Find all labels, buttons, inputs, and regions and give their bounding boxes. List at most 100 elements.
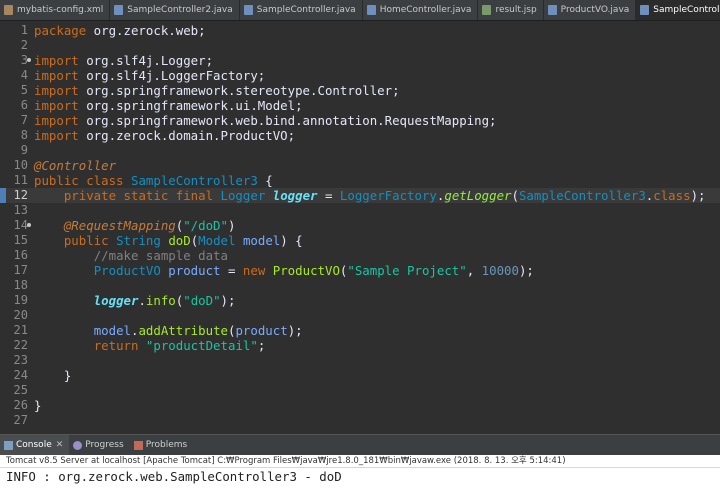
- xml-file-icon: [4, 5, 13, 15]
- editor-tab[interactable]: SampleController2.java: [110, 0, 240, 20]
- panel-tab-problems[interactable]: Problems: [130, 435, 193, 455]
- code-token: doD: [168, 233, 191, 248]
- fold-marker-icon[interactable]: [27, 223, 31, 227]
- panel-tab-label: Problems: [145, 440, 188, 450]
- code-token: "doD": [183, 293, 221, 308]
- code-line: 9: [0, 143, 720, 158]
- code-text: public class SampleController3 {: [34, 173, 273, 188]
- line-number: 19: [13, 293, 28, 307]
- code-line: 13: [0, 203, 720, 218]
- code-token: return: [93, 338, 139, 353]
- panel-tab-label: Console: [16, 440, 52, 450]
- editor-tab-label: mybatis-config.xml: [17, 5, 104, 15]
- editor-tab[interactable]: mybatis-config.xml: [0, 0, 111, 20]
- line-number: 2: [20, 38, 28, 52]
- code-token: import: [34, 128, 79, 143]
- code-line: 16 //make sample data: [0, 248, 720, 263]
- code-token: );: [287, 323, 303, 338]
- code-text: private static final Logger logger = Log…: [34, 188, 706, 203]
- code-line: 17 ProductVO product = new ProductVO("Sa…: [0, 263, 720, 278]
- code-token: =: [220, 263, 243, 278]
- java-file-icon: [243, 5, 253, 15]
- code-token: "/doD": [183, 218, 228, 233]
- console-process-label: Tomcat v8.5 Server at localhost [Apache …: [0, 455, 720, 467]
- code-line: 21 model.addAttribute(product);: [0, 323, 720, 338]
- code-token: ;: [257, 338, 266, 353]
- code-text: logger.info("doD");: [34, 293, 236, 308]
- code-line: 10 @Controller: [0, 158, 720, 173]
- code-token: model: [242, 233, 281, 248]
- panel-tab-console[interactable]: Console ✕: [0, 435, 70, 455]
- code-token: import: [34, 98, 79, 113]
- line-number: 18: [13, 278, 28, 292]
- editor-tab[interactable]: SampleController.java: [240, 0, 363, 20]
- code-line: 25: [0, 383, 720, 398]
- editor-tab[interactable]: HomeController.java: [363, 0, 479, 20]
- progress-icon: [73, 440, 83, 450]
- code-token: org.zerock.web;: [86, 23, 206, 38]
- code-token: =: [317, 188, 340, 203]
- close-panel-icon[interactable]: ✕: [56, 440, 64, 450]
- line-number: 20: [13, 308, 28, 322]
- java-file-icon: [114, 5, 124, 15]
- code-token: SampleController3: [131, 173, 258, 188]
- code-editor[interactable]: 1 package org.zerock.web; 2 3 import org.slf…: [0, 21, 720, 433]
- code-text: @RequestMapping("/doD"): [34, 218, 236, 233]
- fold-marker-icon[interactable]: [27, 58, 31, 62]
- code-token: org.zerock.domain.ProductVO;: [78, 128, 296, 143]
- code-text: import org.springframework.web.bind.anno…: [34, 113, 497, 128]
- code-line: 22 return "productDetail";: [0, 338, 720, 353]
- code-token: org.springframework.web.bind.annotation.…: [78, 113, 497, 128]
- panel-tab-progress[interactable]: Progress: [69, 435, 129, 455]
- code-token: ) {: [280, 233, 303, 248]
- code-token: logger: [93, 293, 139, 308]
- line-number: 7: [20, 113, 28, 127]
- code-token: "Sample Project": [347, 263, 467, 278]
- line-number: 26: [13, 398, 28, 412]
- code-text: }: [34, 398, 41, 413]
- code-token: .: [138, 293, 146, 308]
- code-text: import org.springframework.stereotype.Co…: [34, 83, 400, 98]
- line-number: 5: [20, 83, 28, 97]
- code-token: String: [116, 233, 161, 248]
- code-token: model: [93, 323, 131, 338]
- code-token: public class: [34, 173, 124, 188]
- java-file-icon: [366, 5, 376, 15]
- bottom-panel-tabs: Console ✕ Progress Problems: [0, 434, 720, 455]
- code-text: import org.springframework.ui.Model;: [34, 98, 303, 113]
- console-output[interactable]: INFO : org.zerock.web.SampleController3 …: [0, 467, 720, 497]
- console-output-line: INFO : org.zerock.web.SampleController3 …: [6, 469, 342, 484]
- code-token: ProductVO: [93, 263, 161, 278]
- code-line: 12 private static final Logger logger = …: [0, 188, 720, 203]
- code-token: org.springframework.stereotype.Controlle…: [78, 83, 400, 98]
- code-token: 10000: [481, 263, 519, 278]
- code-token: }: [34, 368, 72, 383]
- line-number: 23: [13, 353, 28, 367]
- code-text: }: [34, 368, 71, 383]
- code-token: public: [63, 233, 109, 248]
- line-number: 4: [20, 68, 28, 82]
- code-text: //make sample data: [34, 248, 228, 263]
- line-number: 15: [13, 233, 28, 247]
- editor-tab[interactable]: SampleController3.java✕: [636, 0, 720, 20]
- line-number: 10: [13, 158, 28, 172]
- line-number: 21: [13, 323, 28, 337]
- jsp-file-icon: [482, 5, 492, 15]
- editor-tab[interactable]: result.jsp: [478, 0, 544, 20]
- code-line: 27: [0, 413, 720, 428]
- editor-tab[interactable]: ProductVO.java: [544, 0, 637, 20]
- code-token: @Controller: [34, 158, 117, 173]
- code-text: return "productDetail";: [34, 338, 266, 353]
- code-token: import: [34, 83, 79, 98]
- code-line: 4 import org.slf4j.LoggerFactory;: [0, 68, 720, 83]
- code-token: package: [34, 23, 87, 38]
- line-number: 6: [20, 98, 28, 112]
- java-file-icon: [640, 5, 650, 15]
